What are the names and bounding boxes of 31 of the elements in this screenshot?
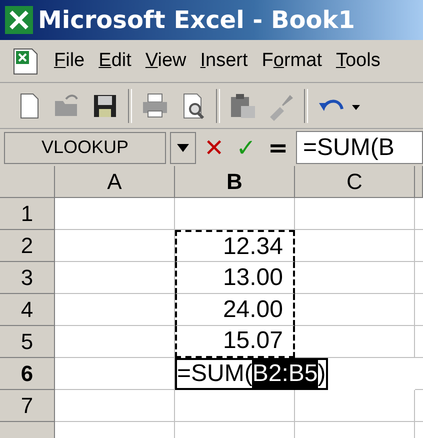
name-box[interactable]: VLOOKUP [4, 132, 166, 164]
cancel-button[interactable]: ✕ [200, 134, 228, 162]
window-title: Microsoft Excel - Book1 [38, 6, 355, 34]
menu-item[interactable]: Edit [98, 50, 132, 72]
row-header[interactable]: 4 [0, 294, 55, 326]
row-header[interactable]: 3 [0, 262, 55, 294]
table-cell: 13.00 [175, 262, 295, 294]
menu-item[interactable]: Insert [200, 50, 248, 72]
column-header[interactable]: B [175, 166, 295, 198]
column-header[interactable]: A [55, 166, 175, 198]
editing-cell[interactable]: =SUM(B2:B5) [175, 358, 328, 390]
row-header[interactable]: 6 [0, 358, 55, 390]
caret-icon [177, 144, 189, 152]
menu-item[interactable]: Format [262, 50, 322, 72]
column-header[interactable]: C [295, 166, 415, 198]
name-box-dropdown[interactable] [170, 132, 196, 164]
formula-field[interactable]: =SUM(B [296, 131, 423, 164]
excel-logo-icon [4, 5, 34, 35]
column-header[interactable] [415, 166, 423, 198]
menu-item[interactable]: View [145, 50, 186, 72]
edit-formula-button[interactable]: = [264, 134, 292, 162]
row-header[interactable]: 1 [0, 198, 55, 230]
row-header[interactable]: 7 [0, 390, 55, 422]
printer-icon[interactable] [140, 90, 170, 120]
select-all-corner[interactable] [0, 166, 55, 198]
menu-item[interactable]: File [54, 50, 85, 72]
row-header[interactable]: 5 [0, 326, 55, 358]
table-cell: 24.00 [175, 294, 295, 326]
menu-item[interactable]: Tools [336, 50, 380, 72]
table-cell: 12.34 [175, 230, 295, 262]
row-header[interactable]: 2 [0, 230, 55, 262]
